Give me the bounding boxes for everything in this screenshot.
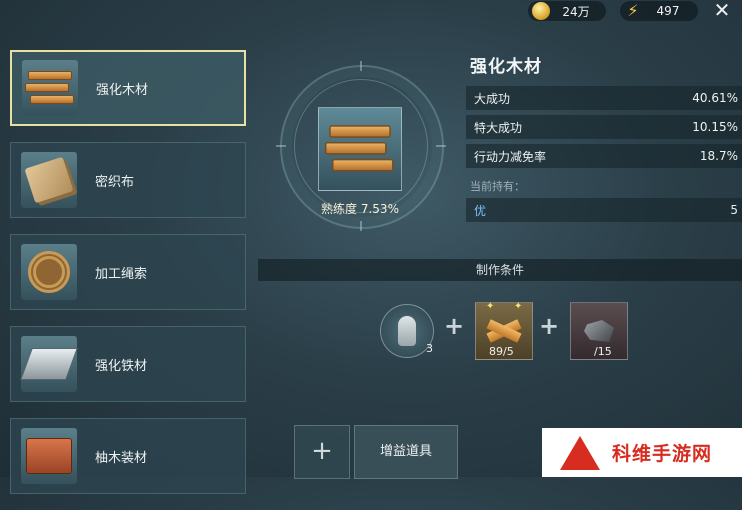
stats-table: 大成功 40.61% 特大成功 10.15% 行动力减免率 18.7% [466,86,742,173]
teak-wood-icon [21,428,77,484]
coin-icon [532,2,550,20]
close-icon[interactable]: ✕ [712,0,732,21]
holding-quality: 优 [474,203,487,218]
wood-planks-icon [325,125,394,173]
gold-counter: 24万 [528,1,606,21]
cloth-icon [21,152,77,208]
recipe-item-label: 柚木装材 [95,450,148,466]
recipe-item-reinforced-iron[interactable]: 强化铁材 [10,326,246,402]
recipe-item-label: 加工绳索 [95,266,148,282]
logo-triangle-icon [560,435,600,470]
material-count: /15 [594,345,612,358]
material-count: 89/5 [489,345,514,358]
stat-row: 行动力减免率 18.7% [466,144,742,168]
watermark-text: 科维手游网 [612,443,713,465]
rope-icon [21,244,77,300]
recipe-item-dense-cloth[interactable]: 密织布 [10,142,246,218]
stat-value: 10.15% [692,120,738,134]
character-figure-icon [398,316,416,346]
stat-row: 大成功 40.61% [466,86,742,110]
holding-count: 5 [730,203,738,217]
gold-value: 24万 [562,4,590,19]
recipe-item-processed-rope[interactable]: 加工绳索 [10,234,246,310]
stat-value: 18.7% [699,149,738,163]
buff-item-button[interactable]: 增益道具 [354,425,458,479]
recipe-list: 强化木材 密织布 加工绳索 强化铁材 柚木装材 [10,50,246,510]
watermark: 科维手游网 [542,428,742,477]
lightning-icon: ⚡ [627,1,639,20]
energy-value: 497 [656,4,680,18]
stat-label: 大成功 [474,91,511,106]
selected-item-thumbnail [318,107,402,191]
holding-label: 当前持有： [470,180,525,193]
recipe-item-label: 密织布 [95,174,135,190]
top-status-bar: 24万 ⚡ 497 ✕ [528,0,742,22]
proficiency-label: 熟练度 7.53% [321,202,399,216]
item-title: 强化木材 [470,57,542,77]
material-count: 3 [426,342,433,355]
energy-counter: ⚡ 497 [620,1,698,21]
recipe-item-label: 强化铁材 [95,358,148,374]
recipe-item-teak-wood[interactable]: 柚木装材 [10,418,246,494]
stat-label: 行动力减免率 [474,149,547,164]
plus-icon: + [539,312,560,340]
craft-conditions-header: 制作条件 [258,259,742,281]
stat-label: 特大成功 [474,120,523,135]
ore-icon [584,320,614,342]
add-button[interactable]: + [294,425,350,479]
stat-row: 特大成功 10.15% [466,115,742,139]
stat-value: 40.61% [692,91,738,105]
plus-icon: + [444,312,465,340]
recipe-item-label: 强化木材 [96,82,149,98]
wood-planks-icon [22,60,78,116]
iron-ingot-icon [20,336,78,392]
holding-row: 优 5 [466,198,742,222]
recipe-item-reinforced-wood[interactable]: 强化木材 [10,50,246,126]
